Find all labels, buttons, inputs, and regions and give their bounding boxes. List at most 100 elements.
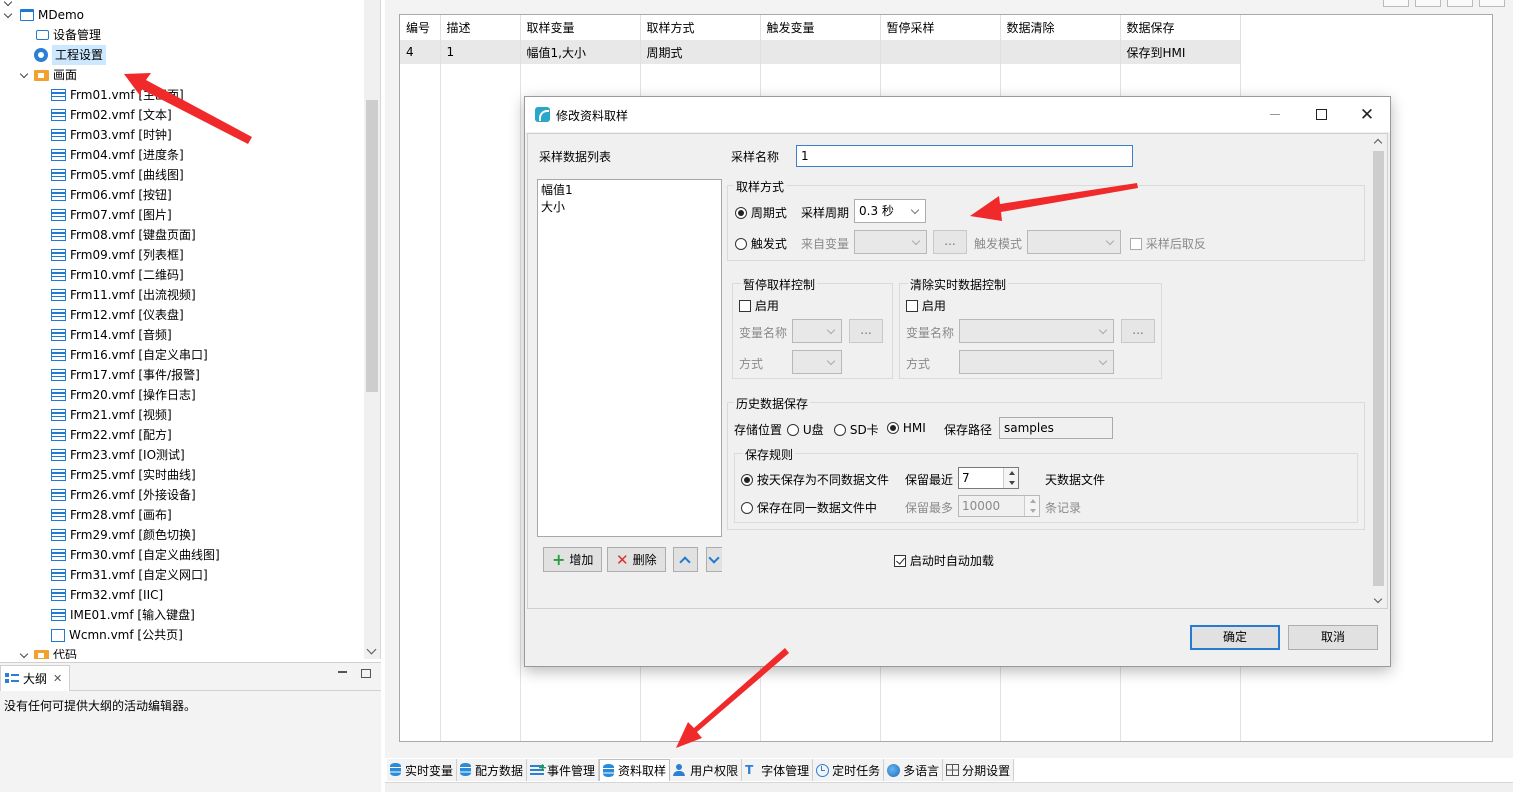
clear-mode-select[interactable] [959,350,1114,374]
table-cell[interactable]: 幅值1,大小 [520,40,641,64]
trigger-mode-select[interactable] [1027,230,1121,254]
table-row[interactable]: 4 1 幅值1,大小 周期式 保存到HMI [400,40,1241,64]
column-header[interactable]: 编号 [400,15,441,40]
scroll-up-icon[interactable] [1373,138,1383,148]
clear-enable-checkbox[interactable]: 启用 [906,297,946,314]
column-header[interactable]: 取样变量 [520,15,641,40]
keep-max-spinner[interactable]: 10000 [958,495,1040,517]
column-header[interactable]: 描述 [440,15,521,40]
maximize-icon[interactable] [361,669,371,678]
move-down-button[interactable] [706,547,722,572]
tree-item-screen[interactable]: Wcmn.vmf [公共页] [51,625,183,645]
clear-var-browse-button[interactable]: ... [1121,319,1155,343]
toolbar-button[interactable] [1447,0,1473,7]
tree-item-screen[interactable]: Frm10.vmf [二维码] [51,265,184,285]
column-header[interactable]: 暂停采样 [880,15,1001,40]
periodic-radio[interactable]: 周期式 [735,204,787,221]
tree-item-screen[interactable]: Frm04.vmf [进度条] [51,145,184,165]
tree-item-screen[interactable]: Frm07.vmf [图片] [51,205,172,225]
tab-bottom-3[interactable]: 资料取样 [599,759,671,781]
tree-item-screen[interactable]: Frm31.vmf [自定义网口] [51,565,208,585]
toolbar-button[interactable] [1479,0,1505,7]
tree-item-screen[interactable]: Frm26.vmf [外接设备] [51,485,196,505]
pause-enable-checkbox[interactable]: 启用 [739,297,779,314]
sample-data-list[interactable]: 幅值1 大小 [537,179,722,537]
scroll-down-icon[interactable] [1373,594,1383,604]
close-button[interactable]: ✕ [1344,97,1390,132]
tree-item-screen[interactable]: Frm22.vmf [配方] [51,425,172,445]
pause-var-browse-button[interactable]: ... [849,319,883,343]
from-variable-select[interactable] [854,230,927,254]
storage-hmi-radio[interactable]: HMI [887,421,926,435]
toolbar-button[interactable] [1383,0,1409,7]
list-item[interactable]: 大小 [541,199,718,216]
from-variable-browse-button[interactable]: ... [933,230,967,254]
tree-item-screen[interactable]: Frm29.vmf [颜色切换] [51,525,196,545]
keep-recent-spinner[interactable]: 7 [958,467,1019,489]
tree-item-screen[interactable]: Frm30.vmf [自定义曲线图] [51,545,220,565]
sample-name-input[interactable]: 1 [796,145,1133,167]
tree-item-screen[interactable]: Frm21.vmf [视频] [51,405,172,425]
tab-outline[interactable]: 大纲 ✕ [0,665,70,691]
dialog-scrollbar[interactable] [1370,134,1387,608]
table-cell[interactable]: 1 [440,40,521,64]
tree-item-screen[interactable]: Frm32.vmf [IIC] [51,585,163,605]
column-header[interactable]: 数据保存 [1120,15,1241,40]
table-cell[interactable] [760,40,881,64]
tree-item-screen[interactable]: Frm06.vmf [按钮] [51,185,172,205]
move-up-button[interactable] [673,547,698,572]
tree-item-project[interactable]: MDemo [4,5,84,25]
tree-item-screen[interactable]: IME01.vmf [输入键盘] [51,605,195,625]
pause-mode-select[interactable] [792,350,842,374]
tree-item-screen[interactable]: Frm16.vmf [自定义串口] [51,345,208,365]
period-select[interactable]: 0.3 秒 [854,199,926,223]
column-header[interactable]: 取样方式 [640,15,761,40]
tree-item-screen[interactable]: Frm14.vmf [音频] [51,325,172,345]
daily-files-radio[interactable]: 按天保存为不同数据文件 [741,471,889,488]
column-header[interactable]: 触发变量 [760,15,881,40]
tree-item-screen[interactable]: Frm05.vmf [曲线图] [51,165,184,185]
ok-button[interactable]: 确定 [1190,625,1280,650]
spinner-arrows-icon[interactable] [1003,468,1018,488]
tree-item-screens[interactable]: 画面 [20,65,77,85]
close-icon[interactable]: ✕ [53,672,62,685]
storage-sd-radio[interactable]: SD卡 [834,421,879,438]
trigger-radio[interactable]: 触发式 [735,235,787,252]
tree-item-device-management[interactable]: 设备管理 [36,25,101,45]
table-cell[interactable] [1000,40,1121,64]
add-button[interactable]: + 增加 [543,547,603,572]
tree-scrollbar[interactable] [364,0,380,659]
tab-bottom-0[interactable]: 实时变量 [387,759,458,781]
maximize-button[interactable] [1298,97,1344,132]
tree-item-screen[interactable]: Frm28.vmf [画布] [51,505,172,525]
chevron-down-icon[interactable] [20,70,30,80]
tree-item-screen[interactable]: Frm23.vmf [IO测试] [51,445,185,465]
scrollbar-thumb[interactable] [366,100,378,392]
tab-bottom-6[interactable]: 定时任务 [813,759,885,781]
tree-item-screen[interactable]: Frm01.vmf [主画面] [51,85,184,105]
tab-bottom-8[interactable]: 分期设置 [943,759,1015,781]
dialog-titlebar[interactable]: 修改资料取样 ✕ [525,97,1390,132]
tree-item-screen[interactable]: Frm12.vmf [仪表盘] [51,305,184,325]
tree-item-project-settings[interactable]: 工程设置 [34,45,107,65]
scrollbar-thumb[interactable] [1373,151,1384,586]
tree-item-screen[interactable]: Frm11.vmf [出流视频] [51,285,196,305]
table-cell[interactable]: 保存到HMI [1120,40,1241,64]
spinner-arrows-icon[interactable] [1024,496,1039,516]
tree-item-screen[interactable]: Frm20.vmf [操作日志] [51,385,196,405]
tab-bottom-7[interactable]: 多语言 [884,759,944,781]
table-cell[interactable]: 周期式 [640,40,761,64]
tree-item-screen[interactable]: Frm17.vmf [事件/报警] [51,365,200,385]
column-header[interactable]: 数据清除 [1000,15,1121,40]
tab-bottom-1[interactable]: 配方数据 [457,759,528,781]
storage-u-radio[interactable]: U盘 [787,421,824,438]
minimize-button[interactable] [1252,97,1298,132]
tree-item-screen[interactable]: Frm09.vmf [列表框] [51,245,184,265]
tree-item-screen[interactable]: Frm08.vmf [键盘页面] [51,225,196,245]
list-item[interactable]: 幅值1 [541,182,718,199]
tree-item-screen[interactable]: Frm03.vmf [时钟] [51,125,172,145]
tree-item-code[interactable]: 代码 [20,645,77,659]
chevron-down-icon[interactable] [4,10,14,20]
table-cell[interactable]: 4 [400,40,441,64]
tree-item-screen[interactable]: Frm02.vmf [文本] [51,105,172,125]
